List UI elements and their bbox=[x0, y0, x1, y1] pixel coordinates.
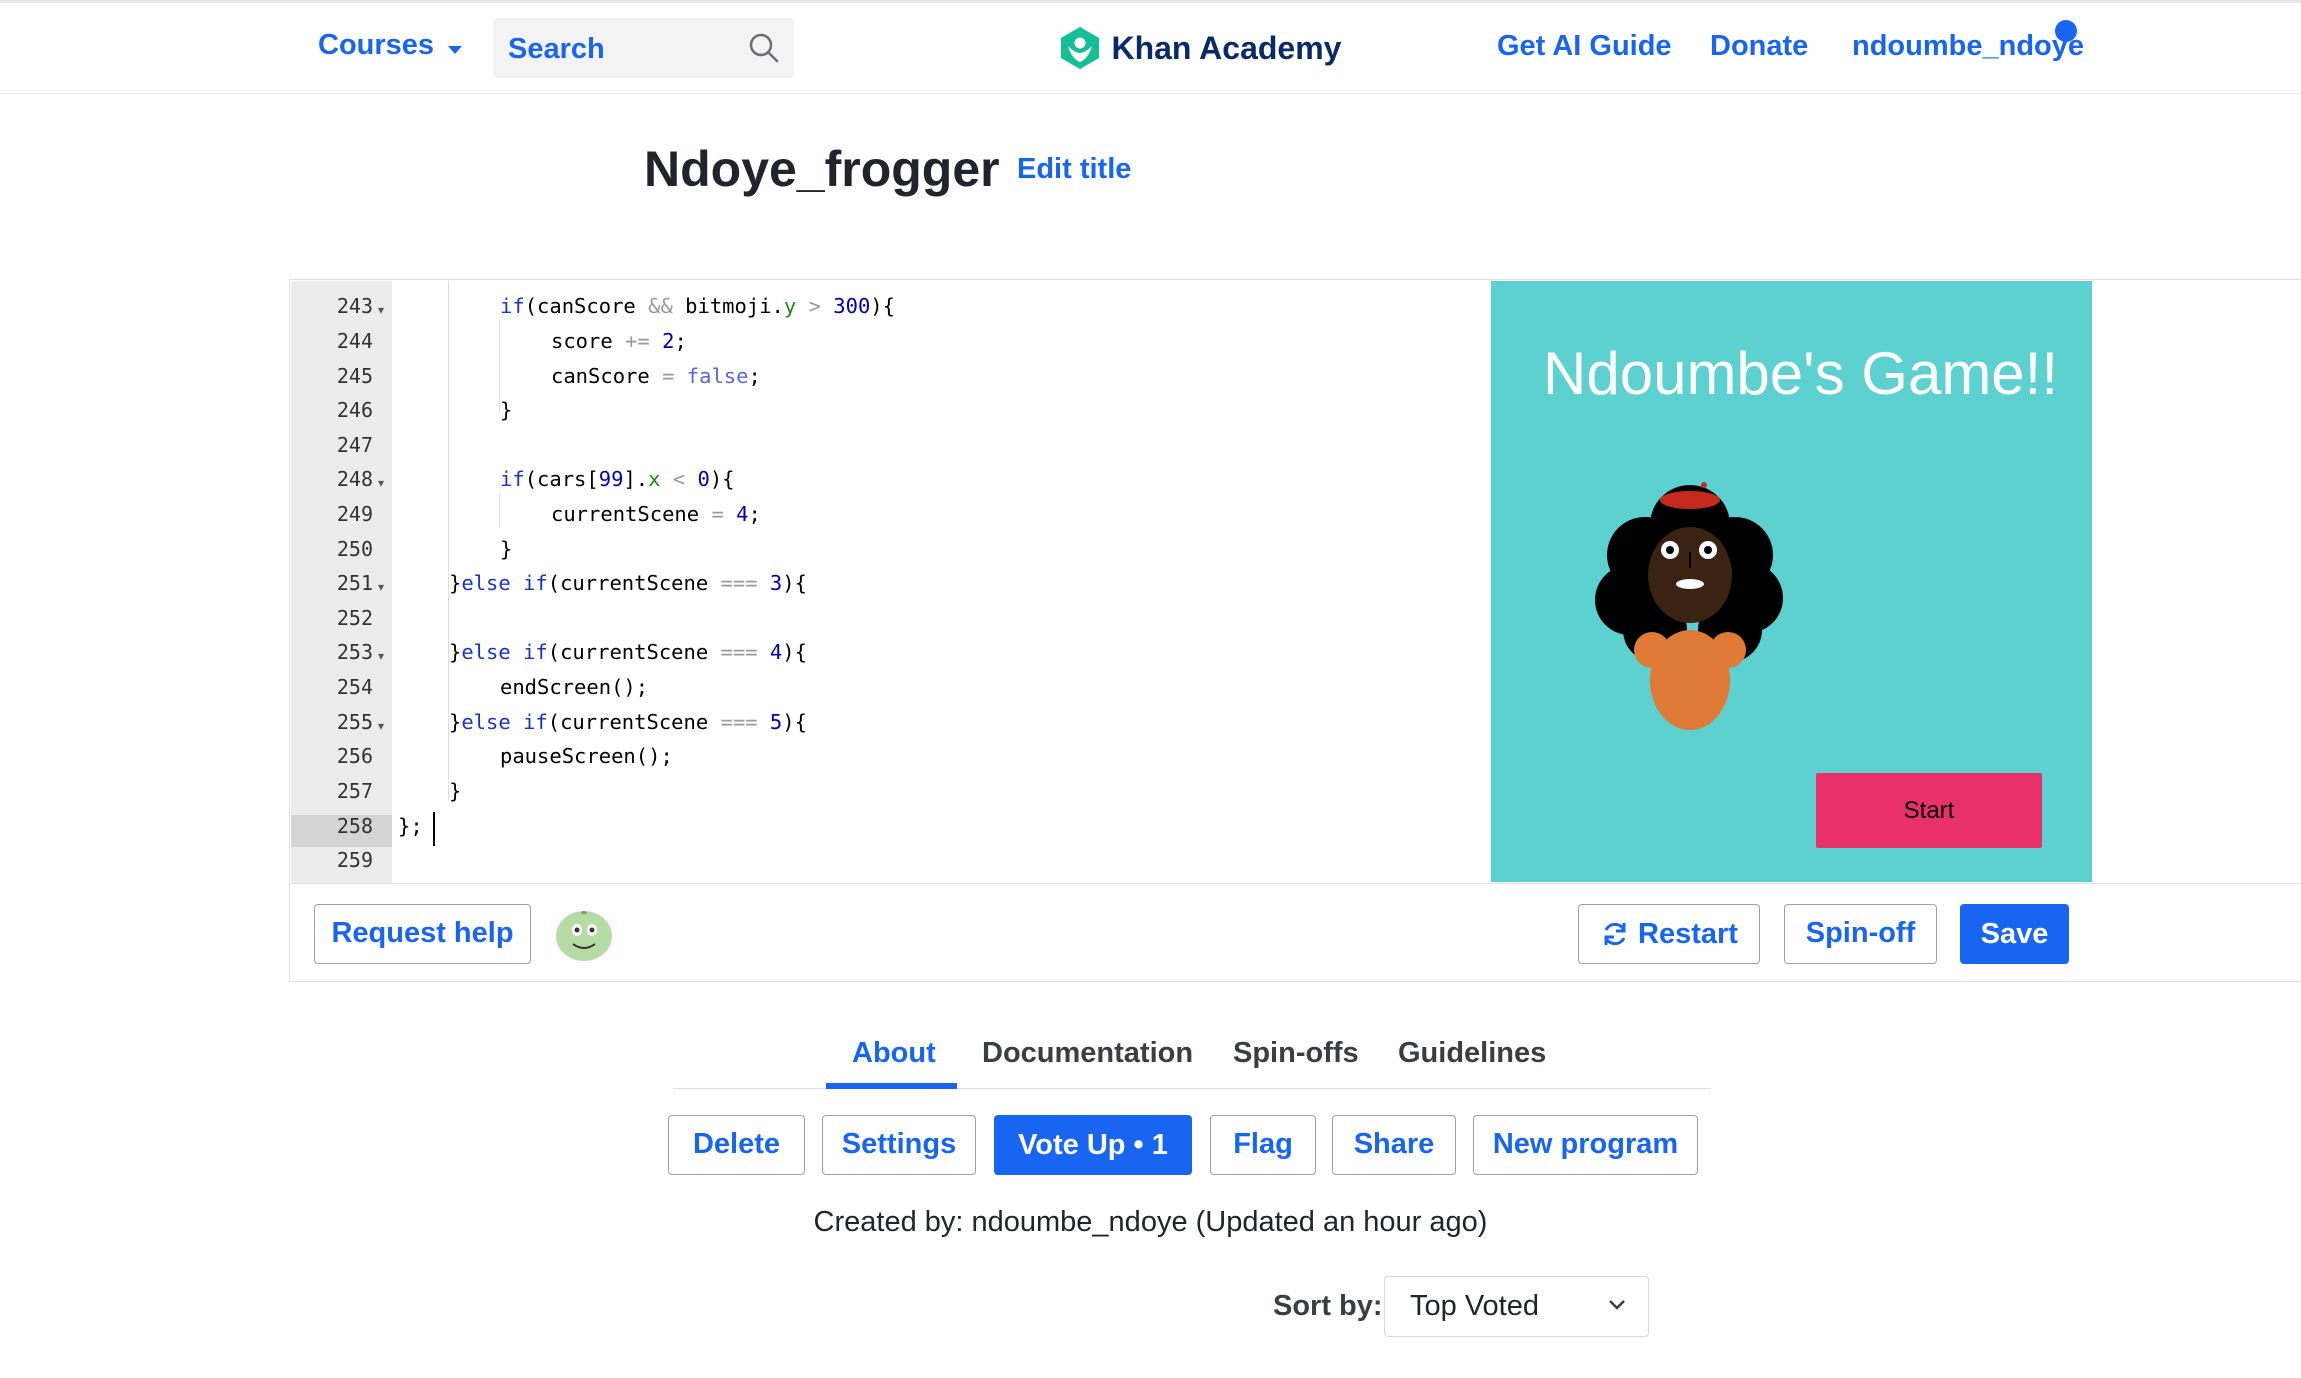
fold-toggle-icon[interactable]: ▾ bbox=[378, 303, 384, 317]
code-line: }else if(currentScene === 5){ bbox=[449, 710, 807, 734]
courses-menu[interactable]: Courses bbox=[318, 29, 463, 62]
courses-label: Courses bbox=[318, 29, 435, 61]
fold-toggle-icon[interactable]: ▾ bbox=[378, 649, 384, 663]
restart-label: Restart bbox=[1638, 917, 1738, 950]
code-line: if(canScore && bitmoji.y > 300){ bbox=[500, 294, 895, 318]
code-line: }; bbox=[398, 814, 423, 838]
donate-link[interactable]: Donate bbox=[1710, 30, 1808, 63]
new-program-button[interactable]: New program bbox=[1473, 1115, 1698, 1175]
search-icon bbox=[749, 33, 779, 63]
line-number: 251 bbox=[336, 571, 373, 595]
line-number: 257 bbox=[336, 779, 373, 803]
active-tab-indicator bbox=[826, 1083, 957, 1089]
code-line: endScreen(); bbox=[500, 675, 649, 699]
line-number: 247 bbox=[336, 433, 373, 457]
spinoff-button[interactable]: Spin-off bbox=[1784, 904, 1937, 964]
line-number: 252 bbox=[336, 606, 373, 630]
line-number: 249 bbox=[336, 502, 373, 526]
indent-guide bbox=[499, 493, 500, 528]
notification-dot bbox=[2055, 20, 2077, 42]
code-line: } bbox=[500, 398, 513, 422]
line-number: 245 bbox=[336, 364, 373, 388]
caret-down-icon bbox=[447, 45, 462, 54]
delete-button[interactable]: Delete bbox=[668, 1115, 805, 1175]
code-line: if(cars[99].x < 0){ bbox=[500, 467, 735, 491]
code-line: score += 2; bbox=[551, 329, 687, 353]
save-button[interactable]: Save bbox=[1960, 904, 2069, 964]
search-input[interactable]: Search bbox=[493, 18, 794, 78]
tab-documentation[interactable]: Documentation bbox=[982, 1037, 1193, 1070]
code-line: canScore = false; bbox=[551, 364, 761, 388]
game-title-text: Ndoumbe's Game!! bbox=[1543, 340, 2059, 407]
request-help-button[interactable]: Request help bbox=[314, 904, 531, 964]
line-number: 250 bbox=[336, 537, 373, 561]
line-number: 256 bbox=[336, 744, 373, 768]
line-number: 254 bbox=[336, 675, 373, 699]
text-cursor bbox=[433, 812, 435, 846]
sort-by-label: Sort by: bbox=[1273, 1290, 1383, 1322]
bitmoji-character bbox=[1595, 482, 1783, 730]
chevron-down-icon bbox=[1609, 1300, 1625, 1310]
search-placeholder: Search bbox=[508, 33, 605, 65]
flag-button[interactable]: Flag bbox=[1210, 1115, 1316, 1175]
line-number: 258 bbox=[336, 814, 373, 838]
fold-toggle-icon[interactable]: ▾ bbox=[378, 476, 384, 490]
code-line: } bbox=[449, 779, 462, 803]
sort-select[interactable]: Top Voted bbox=[1384, 1276, 1649, 1337]
line-number: 248 bbox=[336, 467, 373, 491]
edit-title-link[interactable]: Edit title bbox=[1017, 153, 1131, 186]
line-number: 255 bbox=[336, 710, 373, 734]
start-button[interactable]: Start bbox=[1816, 773, 2042, 848]
sort-selected-value: Top Voted bbox=[1410, 1290, 1539, 1322]
logo-text: Khan Academy bbox=[1111, 29, 1342, 66]
helper-mascot-icon[interactable] bbox=[555, 908, 613, 962]
line-number: 253 bbox=[336, 640, 373, 664]
toolbar-divider bbox=[291, 883, 2301, 884]
user-menu[interactable]: ndoumbe_ndoye bbox=[1852, 30, 2084, 63]
code-line: } bbox=[500, 537, 513, 561]
get-ai-guide-link[interactable]: Get AI Guide bbox=[1497, 30, 1672, 63]
line-number: 244 bbox=[336, 329, 373, 353]
restart-button[interactable]: Restart bbox=[1578, 904, 1760, 964]
line-number: 246 bbox=[336, 398, 373, 422]
line-number: 259 bbox=[336, 848, 373, 872]
created-by-text: Created by: ndoumbe_ndoye (Updated an ho… bbox=[813, 1206, 1488, 1238]
settings-button[interactable]: Settings bbox=[822, 1115, 976, 1175]
tab-about[interactable]: About bbox=[852, 1037, 936, 1070]
code-line: }else if(currentScene === 3){ bbox=[449, 571, 807, 595]
tab-guidelines[interactable]: Guidelines bbox=[1398, 1037, 1546, 1070]
code-line: currentScene = 4; bbox=[551, 502, 761, 526]
tab-spinoffs[interactable]: Spin-offs bbox=[1233, 1037, 1359, 1070]
line-number: 243 bbox=[336, 294, 373, 318]
code-line: }else if(currentScene === 4){ bbox=[449, 640, 807, 664]
refresh-icon bbox=[1604, 923, 1626, 946]
fold-toggle-icon[interactable]: ▾ bbox=[378, 580, 384, 594]
vote-up-button[interactable]: Vote Up • 1 bbox=[994, 1115, 1192, 1175]
fold-toggle-icon[interactable]: ▾ bbox=[378, 719, 384, 733]
khan-academy-logo[interactable]: Khan Academy bbox=[1059, 26, 1341, 70]
page-title: Ndoye_frogger bbox=[644, 141, 1000, 197]
code-line: pauseScreen(); bbox=[500, 744, 673, 768]
khan-logo-icon bbox=[1061, 27, 1099, 69]
share-button[interactable]: Share bbox=[1332, 1115, 1456, 1175]
